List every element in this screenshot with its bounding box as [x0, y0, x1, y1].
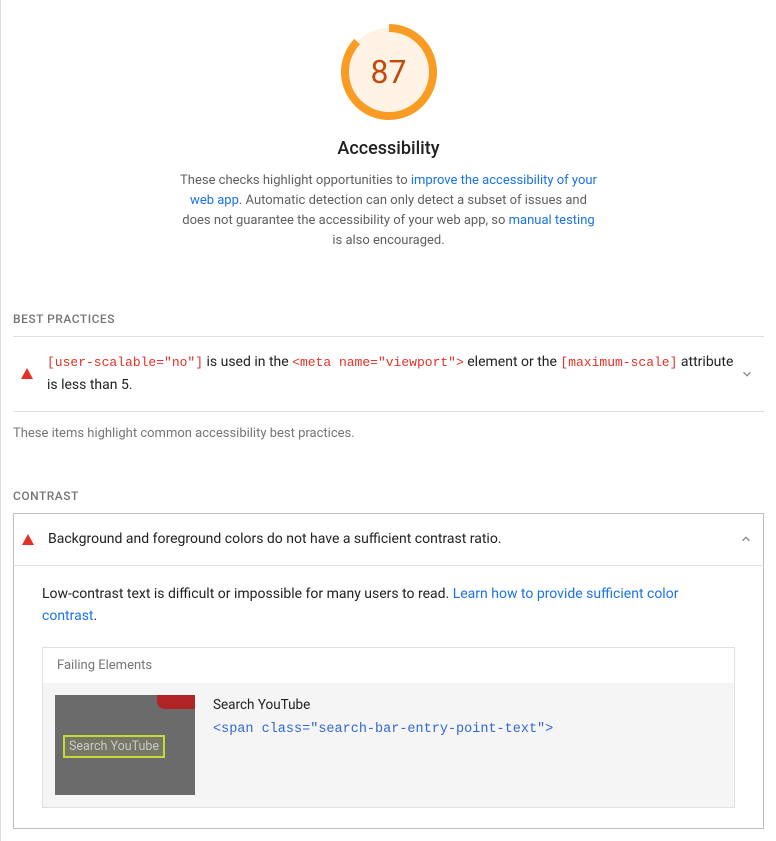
- contrast-desc-text: Low-contrast text is difficult or imposs…: [42, 586, 453, 602]
- warning-icon: [21, 368, 33, 379]
- thumbnail-highlight: Search YouTube: [63, 735, 165, 758]
- element-code: <span class="search-bar-entry-point-text…: [213, 719, 553, 741]
- code-user-scalable: [user-scalable="no"]: [47, 355, 203, 370]
- audit-text-part: is used in the: [203, 354, 292, 370]
- code-meta-viewport: <meta name="viewport">: [292, 355, 464, 370]
- chevron-up-icon: [739, 532, 753, 546]
- element-thumbnail[interactable]: Search YouTube: [55, 695, 195, 795]
- score-gauge: 87: [341, 24, 437, 120]
- score-description: These checks highlight opportunities to …: [179, 171, 599, 252]
- desc-text: is also encouraged.: [332, 233, 444, 248]
- audit-title: [user-scalable="no"] is used in the <met…: [47, 351, 740, 397]
- code-maximum-scale: [maximum-scale]: [560, 355, 677, 370]
- score-value: 87: [341, 24, 437, 120]
- warning-icon: [22, 534, 34, 545]
- section-label-best-practices: BEST PRACTICES: [13, 312, 764, 326]
- desc-text: These checks highlight opportunities to: [180, 173, 411, 188]
- contrast-description: Low-contrast text is difficult or imposs…: [42, 584, 735, 627]
- best-practices-footnote: These items highlight common accessibili…: [13, 426, 764, 441]
- score-title: Accessibility: [13, 138, 764, 159]
- section-label-contrast: CONTRAST: [13, 489, 764, 503]
- audit-user-scalable[interactable]: [user-scalable="no"] is used in the <met…: [13, 336, 764, 412]
- element-meta: Search YouTube <span class="search-bar-e…: [213, 695, 553, 740]
- contrast-desc-text: .: [94, 608, 98, 624]
- failing-element-row: Search YouTube Search YouTube <span clas…: [43, 683, 734, 807]
- audit-text-part: element or the: [464, 354, 561, 370]
- audit-contrast-panel: Low-contrast text is difficult or imposs…: [13, 566, 764, 829]
- failing-elements-box: Failing Elements Search YouTube Search Y…: [42, 647, 735, 808]
- chevron-down-icon: [740, 367, 754, 381]
- failing-elements-label: Failing Elements: [43, 648, 734, 683]
- score-section: 87 Accessibility These checks highlight …: [13, 0, 764, 264]
- audit-title: Background and foreground colors do not …: [48, 528, 502, 551]
- manual-testing-link[interactable]: manual testing: [509, 213, 595, 228]
- thumbnail-shape: [157, 695, 195, 709]
- element-name: Search YouTube: [213, 695, 553, 717]
- audit-contrast[interactable]: Background and foreground colors do not …: [13, 513, 764, 566]
